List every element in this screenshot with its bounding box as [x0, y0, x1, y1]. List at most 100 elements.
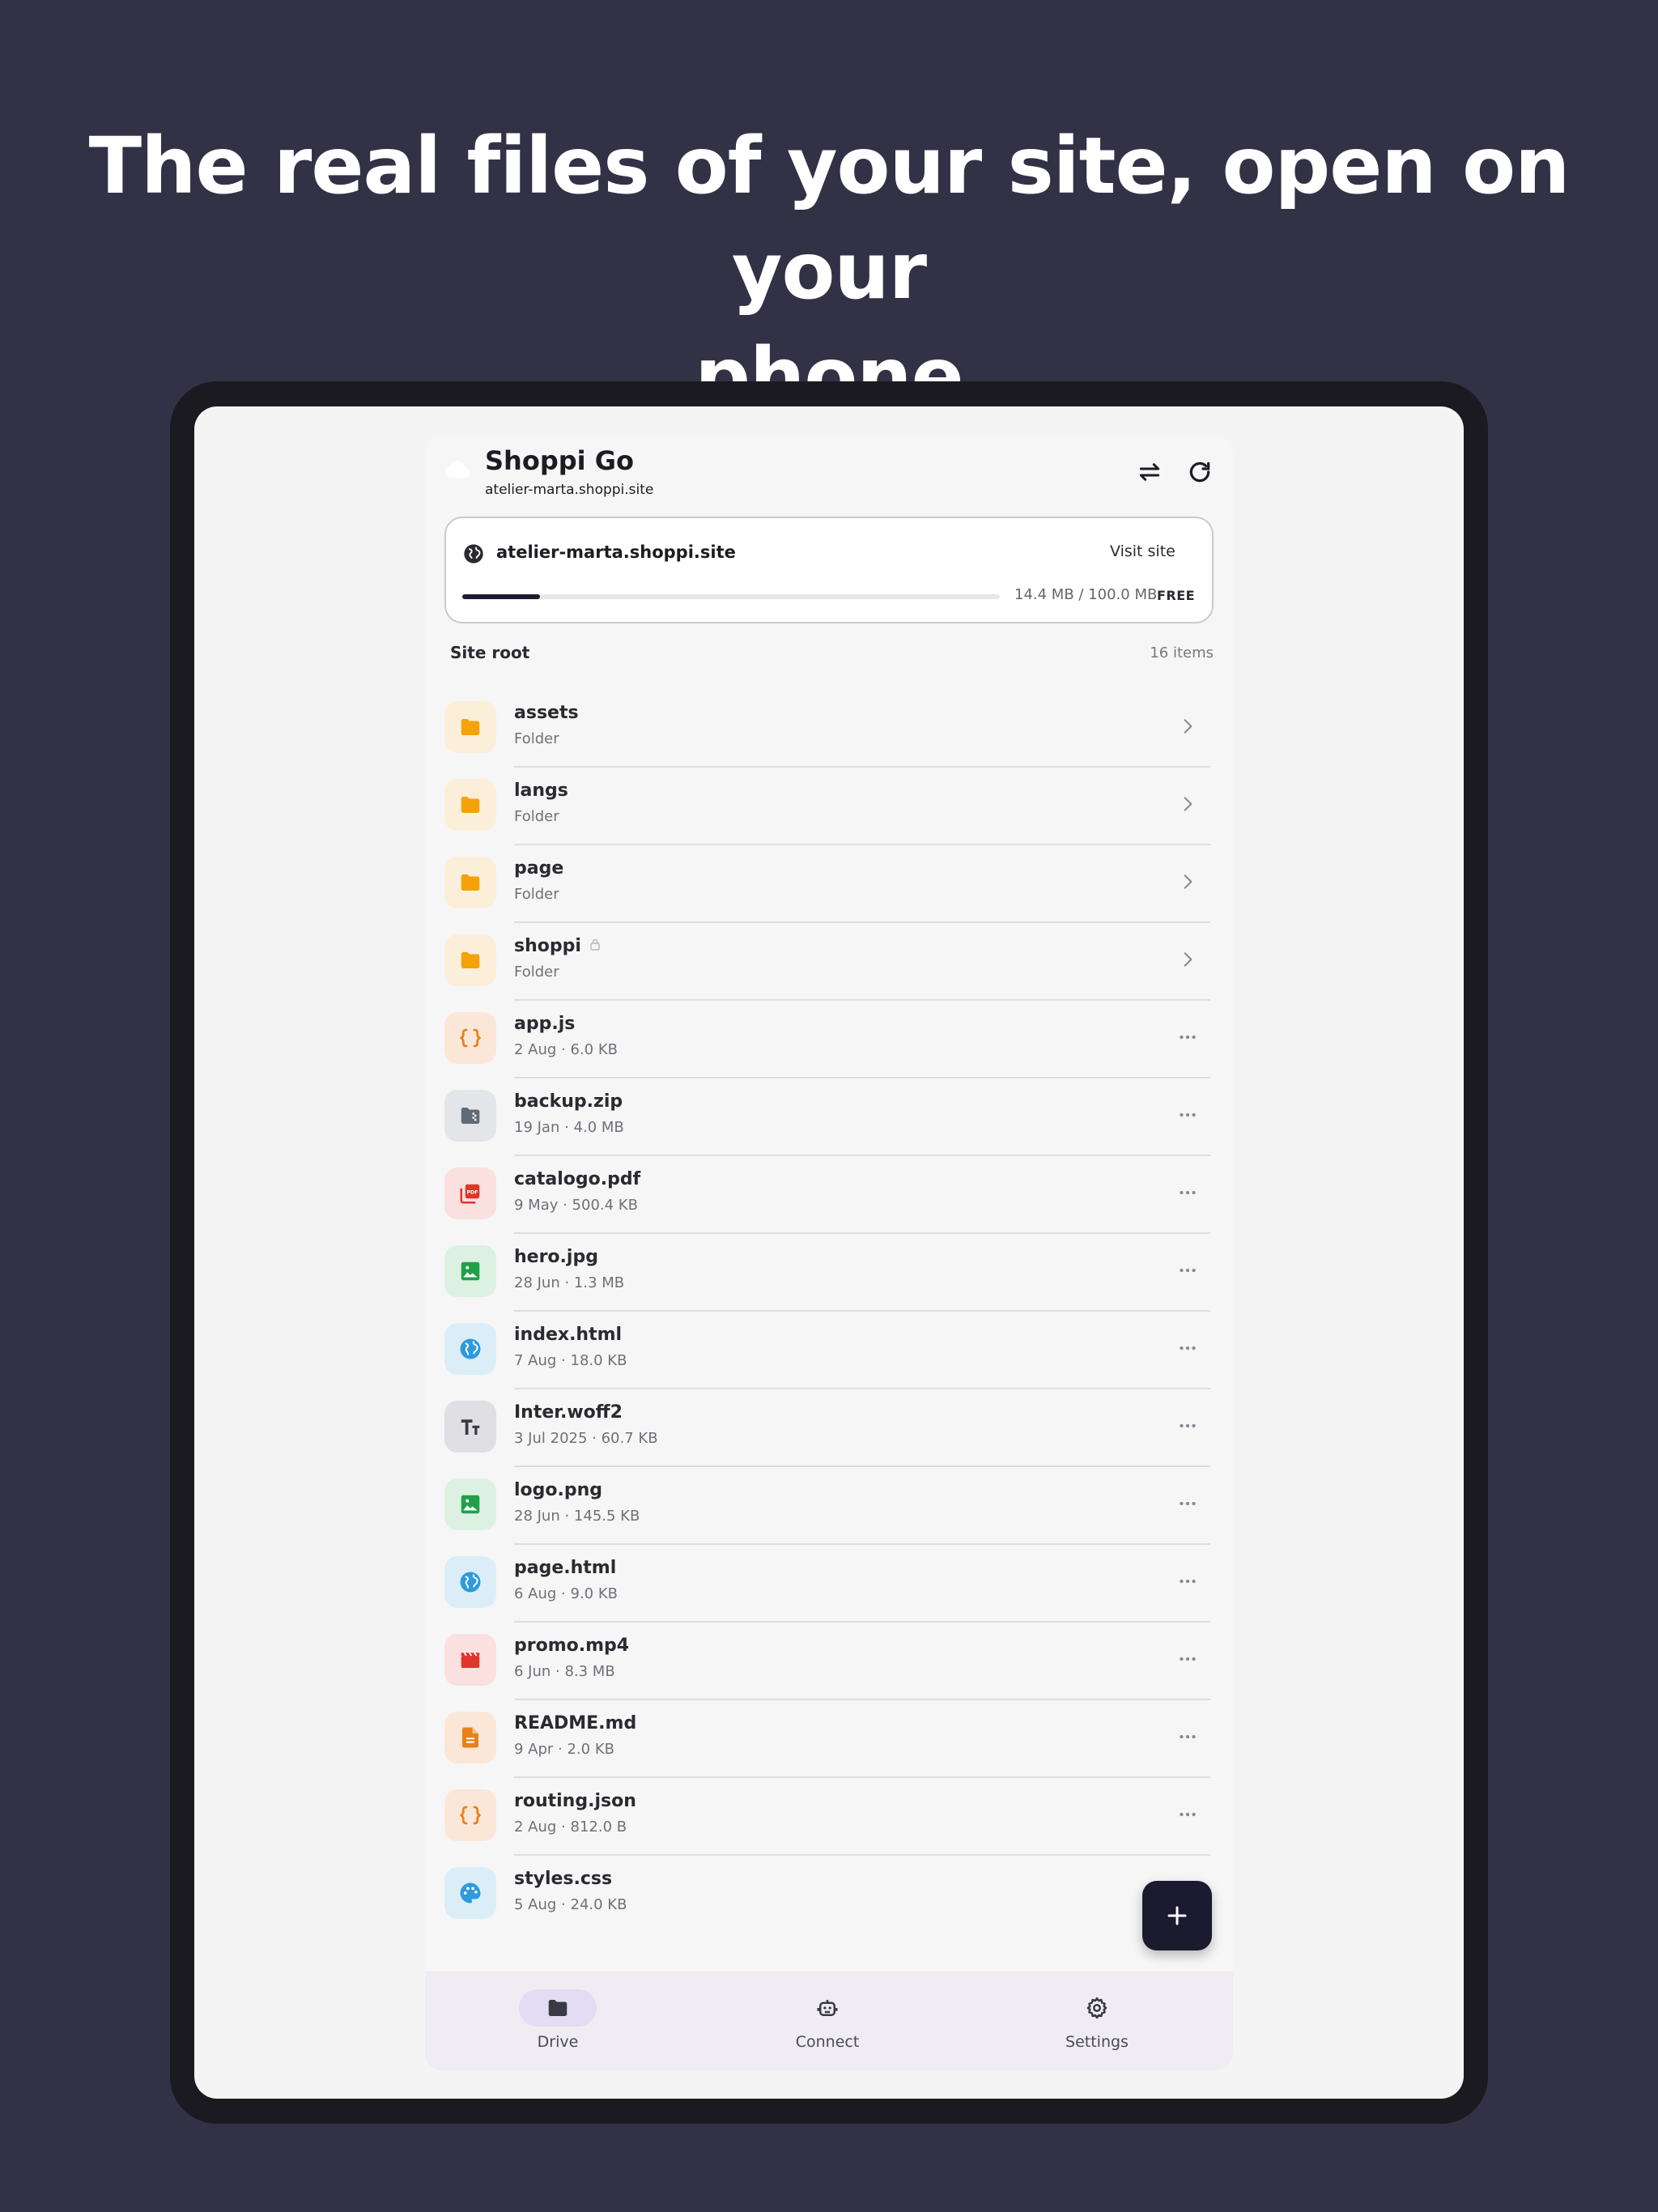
more-options-button[interactable]: [1171, 1180, 1204, 1205]
file-type-badge: [444, 1712, 496, 1763]
file-meta: 19 Jan · 4.0 MB: [514, 1119, 624, 1136]
swap-icon: [1139, 463, 1160, 481]
robot-icon: [817, 2000, 838, 2016]
file-type-badge: [444, 1556, 496, 1608]
file-row[interactable]: page.html 6 Aug · 9.0 KB: [444, 1545, 1210, 1623]
bottom-navigation: Drive Connect Settings: [425, 1972, 1233, 2070]
chevron-right-icon: [1184, 719, 1192, 734]
more-options-button[interactable]: [1171, 1103, 1204, 1127]
file-meta: Folder: [514, 808, 559, 825]
file-name-text: shoppi: [514, 936, 581, 956]
open-folder-button[interactable]: [1171, 792, 1204, 816]
file-name-text: Inter.woff2: [514, 1402, 623, 1423]
more-options-button[interactable]: [1171, 1491, 1204, 1516]
file-row[interactable]: promo.mp4 6 Jun · 8.3 MB: [444, 1623, 1210, 1700]
file-row[interactable]: README.md 9 Apr · 2.0 KB: [444, 1700, 1210, 1778]
refresh-button[interactable]: [1181, 453, 1218, 491]
file-name: page: [514, 858, 563, 878]
file-name: routing.json: [514, 1791, 636, 1811]
more-horizontal-icon: [1180, 1346, 1196, 1351]
more-options-button[interactable]: [1171, 1414, 1204, 1438]
globe-icon: [464, 544, 483, 564]
nav-label-connect: Connect: [795, 2033, 860, 2051]
file-row[interactable]: PDF catalogo.pdf 9 May · 500.4 KB: [444, 1156, 1210, 1234]
open-folder-button[interactable]: [1171, 947, 1204, 972]
section-title: Site root: [450, 643, 530, 662]
chevron-right-icon: [1184, 874, 1192, 889]
items-count: 16 items: [1150, 644, 1214, 661]
file-name-text: index.html: [514, 1325, 623, 1345]
more-horizontal-icon: [1180, 1734, 1196, 1739]
file-type-badge: [444, 1245, 496, 1297]
folder-row[interactable]: assets Folder: [444, 690, 1210, 768]
more-horizontal-icon: [1180, 1423, 1196, 1428]
nav-pill-drive: [519, 1989, 597, 2027]
cloud-icon: [445, 461, 470, 479]
file-name: promo.mp4: [514, 1636, 629, 1656]
file-row[interactable]: backup.zip 19 Jan · 4.0 MB: [444, 1078, 1210, 1156]
folder-icon: [461, 797, 480, 813]
headline-line-1: The real files of your site, open on you…: [88, 121, 1571, 317]
file-type-badge: [444, 1323, 496, 1375]
folder-row[interactable]: shoppi Folder: [444, 923, 1210, 1001]
file-name: assets: [514, 703, 579, 723]
nav-item-settings[interactable]: Settings: [1032, 1989, 1162, 2051]
file-name: hero.jpg: [514, 1247, 598, 1267]
more-horizontal-icon: [1180, 1812, 1196, 1817]
more-options-button[interactable]: [1171, 1336, 1204, 1360]
open-folder-button[interactable]: [1171, 870, 1204, 894]
open-folder-button[interactable]: [1171, 714, 1204, 738]
file-name-text: routing.json: [514, 1791, 636, 1811]
more-horizontal-icon: [1180, 1112, 1196, 1117]
folder-icon: [461, 719, 480, 735]
file-row[interactable]: styles.css 5 Aug · 24.0 KB: [444, 1856, 1210, 1933]
file-row[interactable]: app.js 2 Aug · 6.0 KB: [444, 1001, 1210, 1078]
image-icon: [461, 1261, 480, 1281]
nav-label-drive: Drive: [537, 2033, 579, 2051]
file-row[interactable]: Inter.woff2 3 Jul 2025 · 60.7 KB: [444, 1389, 1210, 1467]
tablet-screen: Shoppi Go atelier-marta.shoppi.site atel…: [194, 406, 1464, 2099]
file-meta: 9 Apr · 2.0 KB: [514, 1741, 614, 1758]
app-window: Shoppi Go atelier-marta.shoppi.site atel…: [425, 436, 1233, 2070]
file-list: assets Folder langs Folder page Folder shoppi F…: [444, 690, 1210, 1933]
switch-site-button[interactable]: [1131, 453, 1168, 491]
add-file-button[interactable]: [1142, 1881, 1212, 1950]
globe-icon: [460, 1338, 481, 1359]
file-row[interactable]: routing.json 2 Aug · 812.0 B: [444, 1778, 1210, 1856]
more-horizontal-icon: [1180, 1579, 1196, 1584]
folder-row[interactable]: langs Folder: [444, 768, 1210, 845]
file-meta: 2 Aug · 6.0 KB: [514, 1041, 618, 1058]
more-options-button[interactable]: [1171, 1647, 1204, 1671]
plan-badge: FREE: [1157, 588, 1196, 603]
file-meta: Folder: [514, 730, 559, 747]
more-options-button[interactable]: [1171, 1802, 1204, 1827]
more-horizontal-icon: [1180, 1035, 1196, 1040]
more-options-button[interactable]: [1171, 1258, 1204, 1283]
chevron-right-icon: [1184, 797, 1192, 811]
file-name-text: styles.css: [514, 1869, 613, 1889]
file-type-badge: [444, 934, 496, 986]
more-options-button[interactable]: [1171, 1725, 1204, 1749]
nav-item-drive[interactable]: Drive: [493, 1989, 623, 2051]
file-type-badge: [444, 1090, 496, 1142]
file-type-badge: [444, 857, 496, 908]
nav-item-connect[interactable]: Connect: [763, 1989, 892, 2051]
file-name: langs: [514, 781, 568, 801]
folder-row[interactable]: page Folder: [444, 845, 1210, 923]
more-options-button[interactable]: [1171, 1569, 1204, 1593]
file-row[interactable]: logo.png 28 Jun · 145.5 KB: [444, 1467, 1210, 1545]
file-meta: 6 Aug · 9.0 KB: [514, 1585, 618, 1602]
file-row[interactable]: index.html 7 Aug · 18.0 KB: [444, 1312, 1210, 1389]
visit-site-button[interactable]: Visit site: [1110, 542, 1175, 560]
more-options-button[interactable]: [1171, 1025, 1204, 1049]
font-icon: [461, 1419, 480, 1435]
more-horizontal-icon: [1180, 1268, 1196, 1273]
document-icon: [462, 1727, 478, 1748]
file-row[interactable]: hero.jpg 28 Jun · 1.3 MB: [444, 1234, 1210, 1312]
palette-icon: [460, 1882, 481, 1904]
file-type-badge: [444, 1401, 496, 1453]
file-name-text: catalogo.pdf: [514, 1169, 641, 1189]
lock-icon: [590, 938, 600, 951]
file-type-badge: [444, 701, 496, 753]
nav-pill-settings: [1058, 1989, 1136, 2027]
